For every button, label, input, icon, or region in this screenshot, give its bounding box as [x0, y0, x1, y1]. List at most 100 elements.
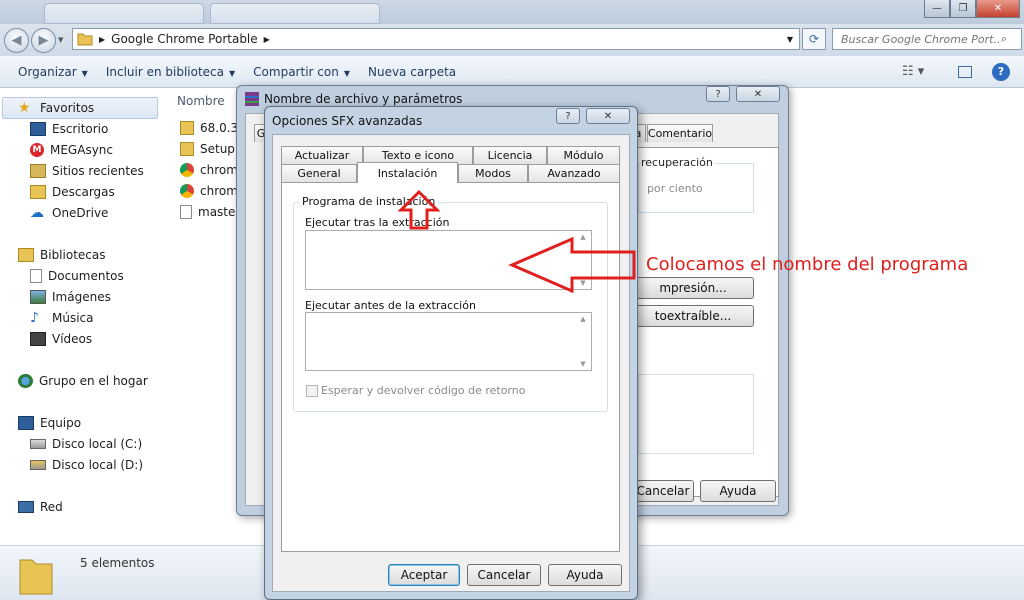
- star-icon: ★: [18, 100, 31, 116]
- folder-icon: [180, 121, 194, 135]
- tab-license[interactable]: Licencia: [473, 146, 547, 164]
- search-box[interactable]: ⌕: [832, 28, 1022, 50]
- close-button[interactable]: ✕: [586, 108, 630, 124]
- new-folder-button[interactable]: Nueva carpeta: [368, 65, 456, 79]
- maximize-button[interactable]: ❐: [950, 0, 976, 18]
- sidebar-item-onedrive[interactable]: ☁ OneDrive: [30, 203, 108, 223]
- folder-icon: [77, 33, 93, 46]
- network-icon: [18, 501, 34, 513]
- sidebar-item-drive-d[interactable]: Disco local (D:): [30, 455, 143, 475]
- chrome-icon: [180, 163, 194, 177]
- column-header-name[interactable]: Nombre: [177, 94, 225, 108]
- sidebar-item-documents[interactable]: Documentos: [30, 266, 124, 286]
- tab-general[interactable]: General: [281, 164, 357, 182]
- include-library-menu[interactable]: Incluir en biblioteca ▼: [106, 65, 235, 79]
- dialog-title: Nombre de archivo y parámetros: [264, 92, 463, 106]
- picture-icon: [30, 290, 46, 304]
- breadcrumb-chevron-icon[interactable]: ▶: [264, 35, 270, 44]
- percent-label: por ciento: [647, 182, 703, 195]
- left-arrow-annotation-icon: [508, 236, 636, 294]
- help-button[interactable]: ?: [556, 108, 580, 124]
- refresh-icon[interactable]: ⟳: [802, 28, 826, 50]
- sidebar-item-label: Escritorio: [52, 122, 109, 136]
- compression-button[interactable]: mpresión...: [632, 277, 754, 299]
- sidebar-item-computer[interactable]: Equipo: [18, 413, 81, 433]
- sidebar-item-label: Equipo: [40, 416, 82, 430]
- sidebar-item-label: Sitios recientes: [52, 164, 144, 178]
- window-titlebar: — ❐ ✕: [0, 0, 1024, 24]
- annotation-text: Colocamos el nombre del programa: [646, 254, 969, 275]
- sidebar-item-homegroup[interactable]: Grupo en el hogar: [18, 371, 148, 391]
- preview-pane-icon[interactable]: [958, 65, 972, 78]
- wait-return-checkbox[interactable]: Esperar y devolver código de retorno: [306, 384, 525, 397]
- library-icon: [18, 248, 34, 262]
- sidebar-item-megasync[interactable]: M MEGAsync: [30, 140, 113, 160]
- history-dropdown-icon[interactable]: ▼: [58, 36, 63, 44]
- tab-advanced[interactable]: Avanzado: [528, 164, 620, 182]
- recent-places-icon: [30, 164, 46, 178]
- help-button[interactable]: Ayuda: [700, 480, 776, 502]
- close-button[interactable]: ✕: [976, 0, 1020, 18]
- sidebar-item-label: Bibliotecas: [40, 248, 106, 262]
- command-bar: Organizar ▼ Incluir en biblioteca ▼ Compar…: [0, 56, 1024, 88]
- sfx-options-button[interactable]: toextraíble...: [632, 305, 754, 327]
- forward-button[interactable]: ▶: [31, 28, 56, 53]
- tab-comment[interactable]: Comentario: [647, 124, 713, 142]
- back-button[interactable]: ◀: [4, 28, 29, 53]
- sidebar-item-music[interactable]: ♪ Música: [30, 308, 94, 328]
- sidebar-item-drive-c[interactable]: Disco local (C:): [30, 434, 142, 454]
- sidebar-item-videos[interactable]: Vídeos: [30, 329, 92, 349]
- mega-icon: M: [30, 143, 44, 157]
- item-count: 5 elementos: [80, 556, 155, 570]
- dialog-title: Opciones SFX avanzadas: [272, 114, 423, 128]
- file-name: master: [198, 205, 241, 219]
- sidebar-item-label: OneDrive: [52, 206, 109, 220]
- breadcrumb-chevron-icon[interactable]: ▶: [99, 35, 105, 44]
- computer-icon: [18, 416, 34, 430]
- sidebar-item-desktop[interactable]: Escritorio: [30, 119, 108, 139]
- view-options-icon[interactable]: ☷ ▾: [902, 64, 924, 79]
- sidebar-item-label: Red: [40, 500, 63, 514]
- list-item[interactable]: master: [180, 205, 240, 219]
- minimize-button[interactable]: —: [924, 0, 950, 18]
- cancel-button[interactable]: Cancelar: [467, 564, 541, 586]
- cancel-button[interactable]: Cancelar: [632, 480, 694, 502]
- homegroup-icon: [18, 374, 33, 388]
- run-before-input[interactable]: ▲ ▼: [305, 312, 592, 371]
- scrollbar[interactable]: ▲ ▼: [577, 315, 589, 368]
- address-dropdown-icon[interactable]: ▼: [787, 35, 793, 44]
- tab-setup[interactable]: Instalación: [357, 162, 458, 183]
- search-input[interactable]: [841, 32, 1001, 46]
- help-button[interactable]: ?: [706, 86, 730, 102]
- accept-button[interactable]: Aceptar: [388, 564, 460, 586]
- sidebar-item-favorites[interactable]: ★ Favoritos: [18, 98, 94, 118]
- sidebar-item-label: Música: [52, 311, 94, 325]
- close-button[interactable]: ✕: [736, 86, 780, 102]
- help-button[interactable]: Ayuda: [548, 564, 622, 586]
- folder-icon: [180, 142, 194, 156]
- checkbox-label: Esperar y devolver código de retorno: [321, 384, 526, 397]
- checkbox-box[interactable]: [306, 384, 318, 397]
- help-icon[interactable]: ?: [992, 62, 1010, 81]
- share-menu[interactable]: Compartir con ▼: [253, 65, 350, 79]
- background-tab[interactable]: [44, 3, 204, 24]
- chrome-icon: [180, 184, 194, 198]
- sidebar-item-network[interactable]: Red: [18, 497, 63, 517]
- address-bar[interactable]: ▶ Google Chrome Portable ▶ ▼: [72, 28, 800, 50]
- organize-menu[interactable]: Organizar ▼: [18, 65, 88, 79]
- downloads-folder-icon: [30, 185, 46, 199]
- breadcrumb[interactable]: Google Chrome Portable: [111, 32, 258, 46]
- file-icon: [180, 205, 192, 219]
- run-before-label: Ejecutar antes de la extracción: [305, 299, 476, 312]
- sidebar-item-downloads[interactable]: Descargas: [30, 182, 115, 202]
- tab-modes[interactable]: Modos: [458, 164, 528, 182]
- sidebar-item-pictures[interactable]: Imágenes: [30, 287, 111, 307]
- sidebar-item-recent[interactable]: Sitios recientes: [30, 161, 144, 181]
- tab-update[interactable]: Actualizar: [281, 146, 363, 164]
- search-icon[interactable]: ⌕: [1001, 32, 1007, 46]
- background-tab[interactable]: [210, 3, 380, 24]
- sidebar-item-label: Disco local (D:): [52, 458, 144, 472]
- tab-module[interactable]: Módulo: [547, 146, 620, 164]
- sidebar-item-libraries[interactable]: Bibliotecas: [18, 245, 105, 265]
- sidebar-item-label: Disco local (C:): [52, 437, 143, 451]
